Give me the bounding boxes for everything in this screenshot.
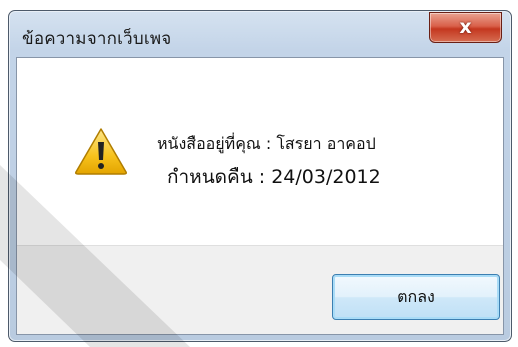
warning-icon [75,128,127,175]
close-icon: x [459,16,472,38]
titlebar[interactable]: ข้อความจากเว็บเพจ x [9,11,511,55]
ok-button[interactable]: ตกลง [332,274,500,320]
button-bar: ตกลง [17,245,503,334]
message-borrower: หนังสืออยู่ที่คุณ : โสรยา อาคอป [157,134,376,153]
close-button[interactable]: x [429,12,502,43]
message-dialog: ข้อความจากเว็บเพจ x หนังสืออยู่ที่คุณ : … [8,10,512,342]
dialog-title: ข้อความจากเว็บเพจ [22,29,172,49]
dialog-body: หนังสืออยู่ที่คุณ : โสรยา อาคอป กำหนดคืน… [16,57,504,335]
message-due-date: กำหนดคืน : 24/03/2012 [167,166,381,188]
